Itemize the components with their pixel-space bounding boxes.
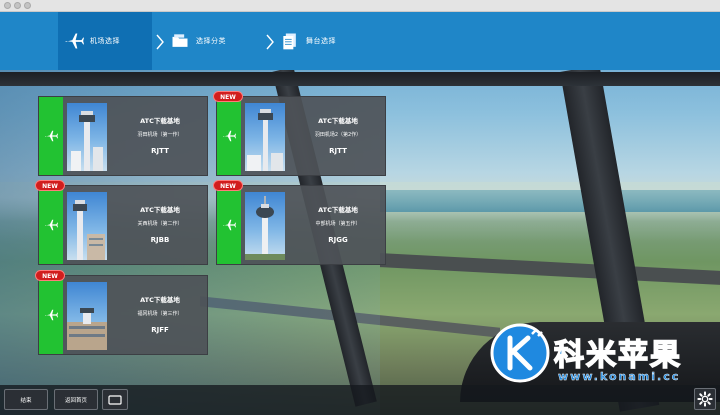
watermark: 科米苹果 www.konami.cc bbox=[478, 318, 720, 388]
app-window: 机场选择 选择分类 舞台选择 ATC下载基地 羽田机场（第一作） RJTT NE… bbox=[0, 0, 720, 415]
card-title: ATC下载基地 bbox=[140, 206, 180, 214]
airplane-icon bbox=[223, 130, 236, 142]
minimize-window-button[interactable] bbox=[14, 2, 21, 9]
control-tower-photo bbox=[67, 103, 107, 171]
tab-airport-select[interactable]: 机场选择 bbox=[58, 12, 152, 70]
chevron-right-icon bbox=[156, 34, 164, 50]
card-select-strip bbox=[39, 97, 63, 175]
airplane-icon bbox=[45, 130, 58, 142]
tab-label: 机场选择 bbox=[90, 37, 120, 45]
control-tower-photo bbox=[67, 282, 107, 350]
back-to-home-button[interactable]: 返回首页 bbox=[54, 389, 98, 410]
control-tower-photo bbox=[67, 192, 107, 260]
tab-label: 舞台选择 bbox=[306, 37, 336, 45]
airport-code: RJGG bbox=[328, 236, 348, 244]
close-window-button[interactable] bbox=[4, 2, 11, 9]
new-badge: NEW bbox=[35, 180, 65, 191]
tab-category-select[interactable]: 选择分类 bbox=[170, 12, 260, 70]
card-title: ATC下载基地 bbox=[318, 206, 358, 214]
card-subtitle: 福冈机场（第三作） bbox=[137, 311, 183, 317]
card-subtitle: 羽田机场（第一作） bbox=[137, 132, 183, 138]
card-subtitle: 羽田机场2（第2作） bbox=[314, 132, 362, 138]
airport-card-rjtt-1[interactable]: ATC下载基地 羽田机场（第一作） RJTT bbox=[38, 96, 208, 176]
fullscreen-button[interactable] bbox=[102, 389, 128, 410]
new-badge: NEW bbox=[35, 270, 65, 281]
control-tower-photo bbox=[245, 103, 285, 171]
window-frame-top bbox=[0, 72, 720, 86]
new-badge: NEW bbox=[213, 91, 243, 102]
card-select-strip bbox=[217, 186, 241, 264]
airplane-icon bbox=[45, 219, 58, 231]
watermark-logo-icon bbox=[490, 323, 550, 383]
airport-card-rjtt-2[interactable]: NEW ATC下载基地 羽田机场2（第2作） RJTT bbox=[213, 91, 386, 176]
card-subtitle: 中部机场（第五作） bbox=[315, 221, 361, 227]
airport-code: RJBB bbox=[150, 236, 170, 244]
airplane-icon bbox=[65, 33, 84, 49]
airport-code: RJTT bbox=[151, 147, 169, 155]
tab-stage-select[interactable]: 舞台选择 bbox=[280, 12, 370, 70]
watermark-text: 科米苹果 bbox=[553, 337, 682, 374]
watermark-url: www.konami.cc bbox=[558, 370, 681, 383]
control-tower-photo bbox=[245, 192, 285, 260]
title-bar bbox=[0, 0, 720, 12]
maximize-window-button[interactable] bbox=[24, 2, 31, 9]
settings-button[interactable] bbox=[694, 388, 716, 410]
screen-icon bbox=[108, 394, 122, 405]
new-badge: NEW bbox=[213, 180, 243, 191]
folder-icon bbox=[172, 34, 188, 47]
card-title: ATC下载基地 bbox=[318, 117, 358, 125]
airport-code: RJFF bbox=[151, 326, 169, 334]
airport-card-rjgg[interactable]: NEW ATC下载基地 中部机场（第五作） RJGG bbox=[213, 180, 386, 265]
chevron-right-icon bbox=[266, 34, 274, 50]
airplane-icon bbox=[45, 309, 58, 321]
top-navigation: 机场选择 选择分类 舞台选择 bbox=[0, 12, 720, 70]
card-title: ATC下载基地 bbox=[140, 117, 180, 125]
tab-label: 选择分类 bbox=[196, 37, 226, 45]
card-select-strip bbox=[217, 97, 241, 175]
card-select-strip bbox=[39, 276, 63, 354]
card-select-strip bbox=[39, 186, 63, 264]
airport-card-rjbb[interactable]: NEW ATC下载基地 关西机场（第二作） RJBB bbox=[35, 180, 208, 265]
card-subtitle: 关西机场（第二作） bbox=[137, 221, 183, 227]
document-icon bbox=[283, 33, 296, 50]
gear-icon bbox=[697, 391, 713, 407]
airplane-icon bbox=[223, 219, 236, 231]
bottom-bar: 结束 返回首页 bbox=[0, 385, 720, 415]
card-title: ATC下载基地 bbox=[140, 296, 180, 304]
runway bbox=[380, 253, 720, 285]
end-button[interactable]: 结束 bbox=[4, 389, 48, 410]
airport-code: RJTT bbox=[329, 147, 347, 155]
airport-card-rjff[interactable]: NEW ATC下载基地 福冈机场（第三作） RJFF bbox=[35, 270, 208, 355]
